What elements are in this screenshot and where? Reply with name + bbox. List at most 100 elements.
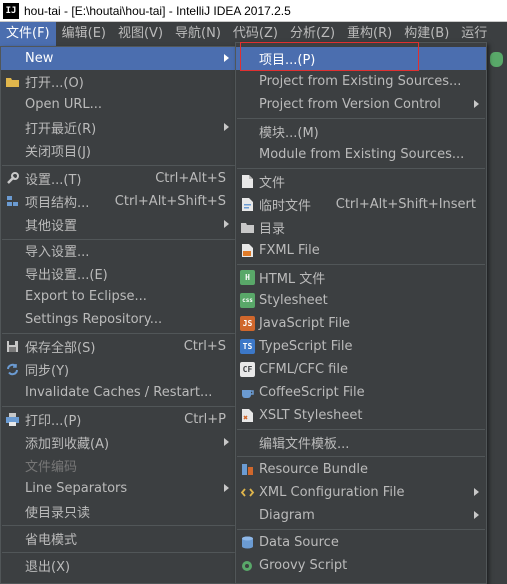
menu-view[interactable]: 视图(V): [112, 22, 169, 46]
menu-item-save-all-label: 保存全部(S): [25, 341, 96, 356]
submenu-item-diagram-label: Diagram: [259, 508, 315, 523]
project-structure-icon: [5, 194, 20, 209]
wrench-icon: [5, 171, 20, 186]
submenu-item-data-source-label: Data Source: [259, 535, 339, 550]
submenu-item-file[interactable]: 文件: [236, 170, 486, 193]
submenu-item-fxml-label: FXML File: [259, 243, 320, 258]
submenu-item-coffeescript-label: CoffeeScript File: [259, 385, 365, 400]
submenu-item-module-label: 模块...(M): [259, 126, 319, 141]
menu-item-open[interactable]: 打开...(O): [1, 70, 236, 93]
submenu-arrow-icon: [474, 100, 479, 108]
menu-separator: [2, 333, 235, 334]
cfml-file-icon: CF: [240, 362, 255, 377]
menu-item-open-url-label: Open URL...: [25, 97, 103, 112]
scratch-shortcut: Ctrl+Alt+Shift+Insert: [335, 197, 476, 212]
submenu-item-javascript[interactable]: JS JavaScript File: [236, 312, 486, 335]
save-disk-icon: [5, 339, 20, 354]
submenu-item-project-existing-label: Project from Existing Sources...: [259, 74, 462, 89]
submenu-arrow-icon: [224, 54, 229, 62]
submenu-item-directory[interactable]: 目录: [236, 216, 486, 239]
menu-item-open-recent[interactable]: 打开最近(R): [1, 116, 236, 139]
submenu-item-project-existing[interactable]: Project from Existing Sources...: [236, 70, 486, 93]
menu-item-line-separators-label: Line Separators: [25, 481, 128, 496]
folder-open-icon: [5, 74, 20, 89]
submenu-item-directory-label: 目录: [259, 222, 286, 237]
menu-navigate[interactable]: 导航(N): [169, 22, 227, 46]
submenu-item-xml-config[interactable]: XML Configuration File: [236, 481, 486, 504]
html-file-icon: H: [240, 270, 255, 285]
submenu-item-module-existing[interactable]: Module from Existing Sources...: [236, 143, 486, 166]
submenu-item-edit-templates[interactable]: 编辑文件模板...: [236, 431, 486, 454]
submenu-item-project-vcs-label: Project from Version Control: [259, 97, 441, 112]
menu-item-project-structure[interactable]: 项目结构... Ctrl+Alt+Shift+S: [1, 190, 236, 213]
debug-bug-icon[interactable]: [490, 52, 503, 67]
menu-item-print[interactable]: 打印...(P) Ctrl+P: [1, 408, 236, 431]
menu-edit[interactable]: 编辑(E): [56, 22, 112, 46]
submenu-item-cfml[interactable]: CF CFML/CFC file: [236, 358, 486, 381]
menu-item-invalidate-caches-label: Invalidate Caches / Restart...: [25, 385, 213, 400]
folder-icon: [240, 220, 255, 235]
menu-item-save-all[interactable]: 保存全部(S) Ctrl+S: [1, 335, 236, 358]
menu-item-line-separators[interactable]: Line Separators: [1, 477, 236, 500]
submenu-item-stylesheet[interactable]: css Stylesheet: [236, 289, 486, 312]
submenu-item-groovy[interactable]: Groovy Script: [236, 554, 486, 577]
xml-file-icon: [240, 485, 255, 500]
submenu-item-diagram[interactable]: Diagram: [236, 504, 486, 527]
submenu-item-file-label: 文件: [259, 176, 286, 191]
menu-item-import-settings-label: 导入设置...: [25, 245, 90, 260]
menu-item-other-settings[interactable]: 其他设置: [1, 213, 236, 236]
submenu-item-edit-templates-label: 编辑文件模板...: [259, 437, 350, 452]
submenu-item-html[interactable]: H HTML 文件: [236, 266, 486, 289]
menu-item-export-eclipse[interactable]: Export to Eclipse...: [1, 285, 236, 308]
submenu-item-resource-bundle[interactable]: Resource Bundle: [236, 458, 486, 481]
submenu-item-javascript-label: JavaScript File: [259, 316, 351, 331]
submenu-item-stylesheet-label: Stylesheet: [259, 293, 328, 308]
menu-item-power-save[interactable]: 省电模式: [1, 527, 236, 550]
scratch-file-icon: [240, 197, 255, 212]
menu-item-add-favorites[interactable]: 添加到收藏(A): [1, 431, 236, 454]
menu-item-open-recent-label: 打开最近(R): [25, 122, 97, 137]
submenu-item-project[interactable]: 项目...(P): [236, 47, 486, 70]
submenu-item-module[interactable]: 模块...(M): [236, 120, 486, 143]
database-icon: [240, 535, 255, 550]
menu-item-settings-repository[interactable]: Settings Repository...: [1, 308, 236, 331]
submenu-item-typescript[interactable]: TS TypeScript File: [236, 335, 486, 358]
menu-item-other-settings-label: 其他设置: [25, 219, 78, 234]
menu-item-add-favorites-label: 添加到收藏(A): [25, 437, 110, 452]
intellij-app-icon: IJ: [3, 2, 19, 19]
submenu-item-fxml[interactable]: FXML File: [236, 239, 486, 262]
menu-item-export-settings[interactable]: 导出设置...(E): [1, 262, 236, 285]
menu-separator: [237, 264, 485, 265]
groovy-script-icon: [240, 558, 255, 573]
menu-item-make-readonly[interactable]: 使目录只读: [1, 500, 236, 523]
submenu-item-project-label: 项目...(P): [259, 53, 316, 68]
file-menu: New 打开...(O) Open URL... 打开最近(R) 关闭项目(J)…: [0, 46, 237, 584]
submenu-item-resource-bundle-label: Resource Bundle: [259, 462, 369, 477]
menu-item-settings[interactable]: 设置...(T) Ctrl+Alt+S: [1, 167, 236, 190]
menu-item-sync[interactable]: 同步(Y): [1, 358, 236, 381]
submenu-item-xslt[interactable]: XSLT Stylesheet: [236, 404, 486, 427]
menu-item-export-settings-label: 导出设置...(E): [25, 268, 108, 283]
menu-item-sync-label: 同步(Y): [25, 364, 70, 379]
submenu-item-html-label: HTML 文件: [259, 272, 326, 287]
print-shortcut: Ctrl+P: [184, 412, 226, 427]
menu-separator: [2, 406, 235, 407]
sync-icon: [5, 362, 20, 377]
menu-separator: [2, 552, 235, 553]
menu-file[interactable]: 文件(F): [0, 22, 56, 46]
menu-item-import-settings[interactable]: 导入设置...: [1, 239, 236, 262]
menu-separator: [237, 456, 485, 457]
menu-item-exit[interactable]: 退出(X): [1, 554, 236, 577]
menu-separator: [237, 168, 485, 169]
menu-item-close-project[interactable]: 关闭项目(J): [1, 139, 236, 162]
menu-item-new[interactable]: New: [1, 47, 236, 70]
submenu-item-coffeescript[interactable]: CoffeeScript File: [236, 381, 486, 404]
menu-item-invalidate-caches[interactable]: Invalidate Caches / Restart...: [1, 381, 236, 404]
submenu-item-project-vcs[interactable]: Project from Version Control: [236, 93, 486, 116]
submenu-arrow-icon: [224, 438, 229, 446]
menu-separator: [2, 165, 235, 166]
menu-item-open-url[interactable]: Open URL...: [1, 93, 236, 116]
submenu-item-scratch[interactable]: 临时文件 Ctrl+Alt+Shift+Insert: [236, 193, 486, 216]
menu-separator: [2, 525, 235, 526]
submenu-item-data-source[interactable]: Data Source: [236, 531, 486, 554]
